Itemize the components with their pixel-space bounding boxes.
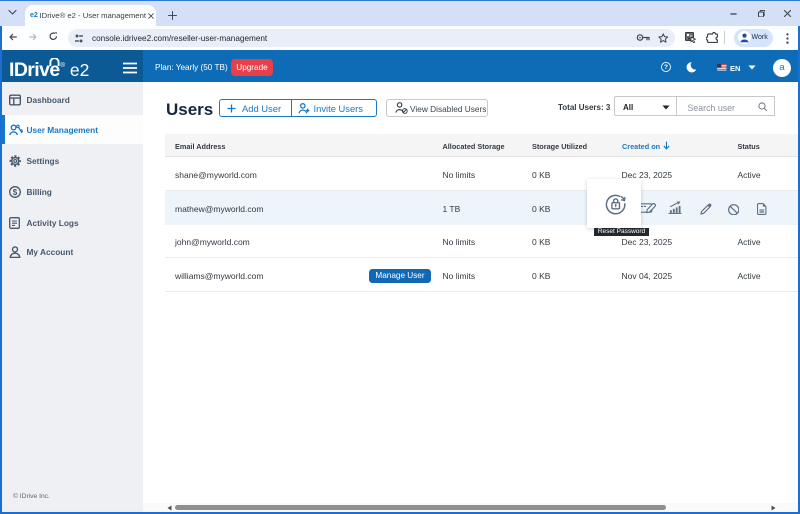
svg-text:?: ?: [664, 64, 668, 71]
svg-text:$: $: [13, 188, 18, 197]
